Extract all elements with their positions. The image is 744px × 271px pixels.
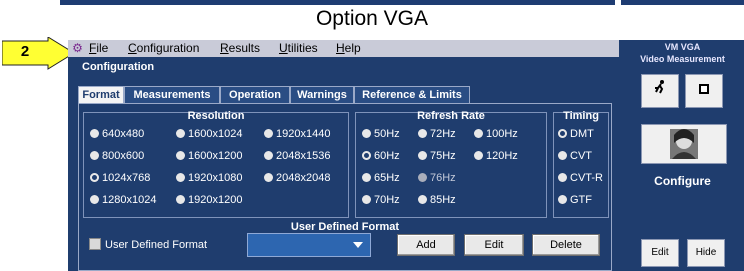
refresh-option[interactable]: 75Hz [418, 149, 456, 163]
timing-option[interactable]: CVT-R [558, 171, 603, 185]
stop-square-icon[interactable] [685, 74, 723, 108]
app-logo-icon[interactable]: ⚙ [70, 41, 85, 56]
tab-measurements[interactable]: Measurements [124, 86, 220, 104]
resolution-option[interactable]: 1280x1024 [90, 193, 156, 207]
refresh-rate-title: Refresh Rate [417, 110, 485, 122]
menu-help[interactable]: Help [336, 41, 361, 56]
add-button[interactable]: Add [397, 234, 455, 256]
resolution-option[interactable]: 1920x1080 [176, 171, 242, 185]
radio-selected-icon [558, 129, 567, 138]
refresh-option[interactable]: 120Hz [474, 149, 518, 163]
refresh-option-disabled: 76Hz [418, 171, 456, 185]
resolution-option[interactable]: 2048x2048 [264, 171, 330, 185]
side-edit-button[interactable]: Edit [641, 239, 679, 267]
radio-icon [90, 195, 99, 204]
resolution-group: Resolution 640x480 1600x1024 1920x1440 8… [83, 110, 349, 218]
radio-icon [418, 195, 427, 204]
radio-icon [90, 151, 99, 160]
side-hide-button[interactable]: Hide [687, 239, 725, 267]
radio-icon [558, 173, 567, 182]
refresh-option[interactable]: 65Hz [362, 171, 400, 185]
page-caption: Option VGA [315, 7, 429, 30]
step-number: 2 [20, 43, 30, 60]
user-format-dropdown[interactable] [247, 233, 371, 257]
menu-results[interactable]: Results [220, 41, 260, 56]
timing-group: Timing DMT CVT CVT-R GTF [553, 110, 609, 218]
checkbox-icon [89, 238, 101, 250]
radio-icon [558, 151, 567, 160]
portrait-icon[interactable] [641, 124, 727, 164]
delete-button[interactable]: Delete [532, 234, 600, 256]
radio-icon [474, 151, 483, 160]
radio-icon [418, 173, 427, 182]
radio-icon [418, 151, 427, 160]
radio-icon [176, 195, 185, 204]
step-callout: 2 [2, 37, 76, 70]
refresh-option[interactable]: 72Hz [418, 127, 456, 141]
tab-operation[interactable]: Operation [220, 86, 290, 104]
radio-icon [474, 129, 483, 138]
radio-icon [418, 129, 427, 138]
menu-file[interactable]: File [89, 41, 108, 56]
resolution-option[interactable]: 1600x1024 [176, 127, 242, 141]
timing-option[interactable]: CVT [558, 149, 592, 163]
timing-option-selected[interactable]: DMT [558, 127, 594, 141]
edit-button[interactable]: Edit [464, 234, 524, 256]
radio-icon [362, 195, 371, 204]
running-man-icon[interactable] [641, 74, 679, 108]
refresh-option[interactable]: 100Hz [474, 127, 518, 141]
user-defined-checkbox[interactable]: User Defined Format [89, 238, 207, 252]
resolution-option[interactable]: 1920x1200 [176, 193, 242, 207]
timing-title: Timing [563, 110, 599, 122]
radio-icon [264, 151, 273, 160]
refresh-option-selected[interactable]: 60Hz [362, 149, 400, 163]
user-defined-title: User Defined Format [290, 221, 400, 233]
radio-icon [264, 129, 273, 138]
window-title: Configuration [82, 61, 155, 73]
radio-icon [362, 173, 371, 182]
radio-selected-icon [90, 173, 99, 182]
radio-selected-icon [362, 151, 371, 160]
tab-reference-limits[interactable]: Reference & Limits [354, 86, 470, 104]
refresh-option[interactable]: 50Hz [362, 127, 400, 141]
radio-icon [90, 129, 99, 138]
menu-bar: ⚙ File Configuration Results Utilities H… [68, 40, 619, 57]
side-title: VM VGA [664, 42, 701, 52]
format-panel: Resolution 640x480 1600x1024 1920x1440 8… [78, 103, 612, 271]
radio-icon [362, 129, 371, 138]
side-subtitle: Video Measurement [640, 54, 725, 64]
resolution-option-selected[interactable]: 1024x768 [90, 171, 150, 185]
configure-label: Configure [654, 174, 711, 188]
radio-icon [264, 173, 273, 182]
radio-icon [176, 129, 185, 138]
resolution-option[interactable]: 1600x1200 [176, 149, 242, 163]
refresh-rate-group: Refresh Rate 50Hz 72Hz 100Hz 60Hz 75Hz 1… [355, 110, 547, 218]
radio-icon [176, 151, 185, 160]
menu-utilities[interactable]: Utilities [279, 41, 318, 56]
timing-option[interactable]: GTF [558, 193, 592, 207]
tab-warnings[interactable]: Warnings [290, 86, 354, 104]
resolution-option[interactable]: 640x480 [90, 127, 144, 141]
resolution-title: Resolution [187, 110, 245, 122]
top-window-edge [60, 0, 744, 5]
radio-icon [176, 173, 185, 182]
resolution-option[interactable]: 2048x1536 [264, 149, 330, 163]
radio-icon [558, 195, 567, 204]
resolution-option[interactable]: 1920x1440 [264, 127, 330, 141]
app-window: ⚙ File Configuration Results Utilities H… [68, 40, 744, 271]
resolution-option[interactable]: 800x600 [90, 149, 144, 163]
dropdown-arrow-icon [353, 242, 363, 248]
refresh-option[interactable]: 85Hz [418, 193, 456, 207]
menu-configuration[interactable]: Configuration [128, 41, 199, 56]
side-panel: VM VGA Video Measurement Configure Edit … [621, 40, 744, 271]
refresh-option[interactable]: 70Hz [362, 193, 400, 207]
